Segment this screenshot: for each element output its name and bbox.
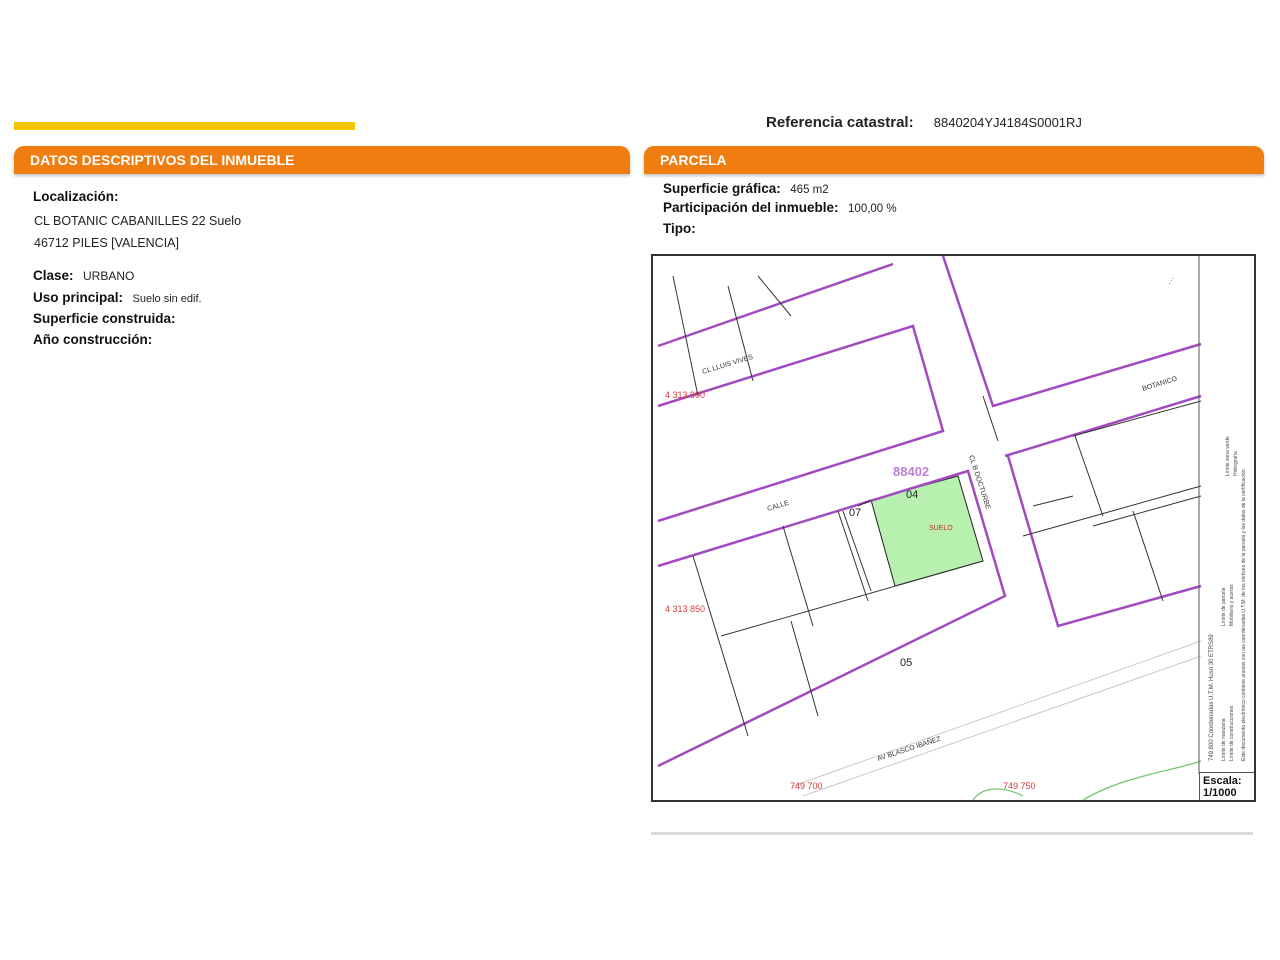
address-line-1: CL BOTANIC CABANILLES 22 Suelo <box>34 214 242 228</box>
legend-item-6: Hidrografía <box>1233 451 1239 476</box>
legend-coords: 749.800 Coordenadas U.T.M. Huso 30 ETRS8… <box>1209 634 1215 761</box>
map-stamp: ··· <box>1164 274 1177 287</box>
legend-item-4: Mobiliario y aceras <box>1229 584 1235 626</box>
participacion-label: Participación del inmueble: <box>663 200 839 215</box>
referencia-label: Referencia catastral: <box>766 114 914 131</box>
escala-label: Escala: <box>1203 775 1242 787</box>
street-lluis-vives: CL LLUIS VIVES <box>702 354 755 376</box>
localizacion-label: Localización: <box>33 189 119 204</box>
section-title-highlight: INMUEBLE <box>221 152 295 168</box>
clase-value: URBANO <box>83 269 135 283</box>
ano-construccion-label: Año construcción: <box>33 332 153 347</box>
referencia-catastral: Referencia catastral: 8840204YJ4184S0001… <box>766 114 1186 132</box>
cadastral-map-drawing: 88402 04 07 05 SUELO CL LLUIS VIVES CALL… <box>657 256 1247 800</box>
section-title: PARCELA <box>660 152 727 168</box>
legend-item-1: Límite de manzana <box>1221 718 1227 761</box>
tipo-label: Tipo: <box>663 221 696 236</box>
parcel-07-label: 07 <box>849 507 861 519</box>
parcel-code-label: 88402 <box>893 464 929 479</box>
superficie-construida-label: Superficie construida: <box>33 311 176 326</box>
superficie-grafica-row: Superficie gráfica: 465 m2 <box>663 181 829 196</box>
escala-value: 1/1000 <box>1203 787 1237 799</box>
legend-item-3: Límite de construcciones <box>1229 705 1235 761</box>
street-calle: CALLE <box>767 500 791 513</box>
participacion-row: Participación del inmueble: 100,00 % <box>663 200 897 215</box>
referencia-value: 8840204YJ4184S0001RJ <box>933 115 1082 130</box>
ano-construccion-row: Año construcción: <box>33 332 152 347</box>
suelo-label: SUELO <box>929 525 953 532</box>
uso-label: Uso principal: <box>33 290 124 305</box>
clase-row: Clase: URBANO <box>33 268 134 283</box>
parcel-05-label: 05 <box>900 657 912 669</box>
legend-note: Este documento electrónico contiene anex… <box>1241 468 1247 761</box>
section-title: DATOS DESCRIPTIVOS DEL <box>30 152 222 168</box>
parcel-04-label: 04 <box>906 489 918 501</box>
coord-x1-label: 749 700 <box>790 781 823 791</box>
escala-box: Escala: 1/1000 <box>1199 772 1254 800</box>
legend-item-2: Límite de parcela <box>1221 587 1227 626</box>
brand-yellow-bar <box>14 122 355 130</box>
section-header-datos-descriptivos: DATOS DESCRIPTIVOS DEL INMUEBLE <box>14 146 630 174</box>
clase-label: Clase: <box>33 268 74 283</box>
legend-item-5: Límite zona verde <box>1225 436 1231 476</box>
cadastral-map: 88402 04 07 05 SUELO CL LLUIS VIVES CALL… <box>651 254 1256 802</box>
uso-row: Uso principal: Suelo sin edif. <box>33 290 202 305</box>
coord-y2-label: 4 313 850 <box>665 604 705 614</box>
superficie-grafica-value: 465 m2 <box>790 184 829 196</box>
map-legend: 749.800 Coordenadas U.T.M. Huso 30 ETRS8… <box>1164 256 1247 774</box>
coord-x2-label: 749 750 <box>1003 781 1036 791</box>
localizacion-row: Localización: <box>33 189 119 204</box>
tipo-row: Tipo: <box>663 221 696 236</box>
bottom-divider <box>651 832 1253 835</box>
street-lines <box>792 640 1202 797</box>
coord-y1-label: 4 313 900 <box>665 390 705 400</box>
superficie-grafica-label: Superficie gráfica: <box>663 181 781 196</box>
section-header-parcela: PARCELA <box>644 146 1264 174</box>
participacion-value: 100,00 % <box>848 203 897 215</box>
highlighted-parcel <box>870 475 984 587</box>
superficie-construida-row: Superficie construida: <box>33 311 176 326</box>
uso-value: Suelo sin edif. <box>132 293 202 305</box>
address-line-2: 46712 PILES [VALENCIA] <box>34 236 179 250</box>
street-botanico: BOTANICO <box>1142 376 1179 393</box>
